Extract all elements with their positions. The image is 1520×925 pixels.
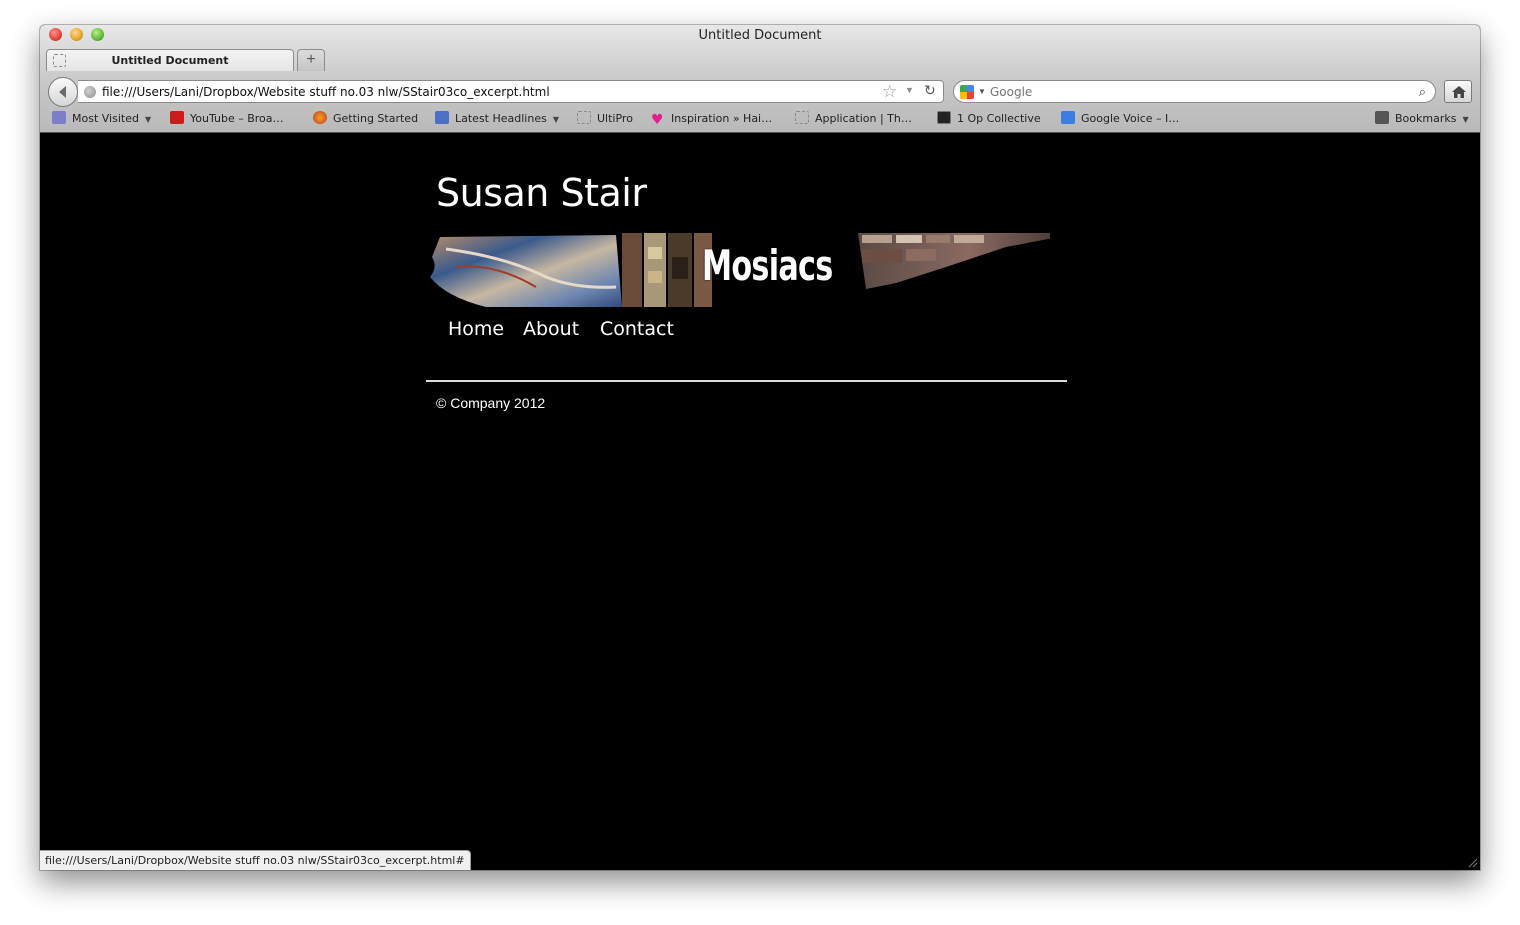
bookmark-youtube[interactable]: YouTube – Broa… [170, 111, 284, 127]
dropdown-caret-icon: ▼ [552, 115, 559, 124]
bookmark-inspiration[interactable]: ♥ Inspiration » Hai… [651, 111, 772, 127]
tab-untitled-document[interactable]: Untitled Document [46, 49, 294, 71]
heart-icon: ♥ [651, 112, 664, 128]
youtube-icon [170, 111, 184, 124]
bookmark-getting-started[interactable]: Getting Started [313, 111, 418, 127]
back-arrow-icon [59, 86, 66, 98]
page-content: Susan Stair Mosiacs Home About Contact ©… [40, 133, 1480, 870]
new-tab-button[interactable]: + [297, 49, 325, 71]
nav-link-home[interactable]: Home [448, 318, 504, 340]
page-icon [795, 111, 809, 124]
home-icon [1452, 86, 1466, 98]
op-collective-icon [937, 111, 951, 124]
window-title: Untitled Document [698, 28, 822, 43]
resize-grip-icon[interactable] [1468, 858, 1478, 868]
reload-icon[interactable]: ↻ [924, 82, 936, 99]
nav-link-about[interactable]: About [523, 318, 579, 340]
bookmark-latest-headlines[interactable]: Latest Headlines ▼ [435, 111, 559, 127]
bookmark-star-icon[interactable]: ☆ [882, 82, 897, 102]
page-icon [577, 111, 591, 124]
mosaic-banner: Mosiacs [426, 227, 1080, 311]
copyright-text: © Company 2012 [436, 395, 546, 411]
url-text: file:///Users/Lani/Dropbox/Website stuff… [102, 85, 550, 99]
nav-link-contact[interactable]: Contact [600, 318, 674, 340]
bookmark-application[interactable]: Application | Th… [795, 111, 912, 127]
bookmark-google-voice[interactable]: Google Voice – I… [1061, 111, 1179, 127]
url-bar[interactable]: file:///Users/Lani/Dropbox/Website stuff… [78, 80, 944, 103]
history-dropdown-icon[interactable]: ▼ [905, 85, 914, 95]
browser-chrome: Untitled Document Untitled Document + fi… [40, 25, 1480, 133]
dropdown-caret-icon: ▼ [144, 115, 152, 124]
bookmark-most-visited[interactable]: Most Visited ▼ [52, 111, 151, 127]
engine-dropdown-icon[interactable]: ▼ [978, 87, 986, 96]
bookmark-1-op-collective[interactable]: 1 Op Collective [937, 111, 1041, 127]
dropdown-caret-icon: ▼ [1462, 115, 1469, 124]
firefox-icon [313, 111, 327, 124]
tab-label: Untitled Document [111, 54, 229, 67]
rss-icon [435, 111, 449, 124]
banner-text: Mosiacs [702, 241, 833, 290]
most-visited-icon [52, 111, 66, 124]
search-input[interactable]: Google [990, 85, 1032, 99]
back-button[interactable] [48, 77, 78, 107]
search-bar[interactable]: ▼ Google ⌕ [953, 80, 1436, 103]
bookmark-ultipro[interactable]: UltiPro [577, 111, 633, 127]
globe-icon [84, 86, 96, 98]
browser-window: Untitled Document Untitled Document + fi… [40, 25, 1480, 870]
site-title: Susan Stair [436, 171, 647, 215]
home-button[interactable] [1444, 80, 1472, 103]
status-bar: file:///Users/Lani/Dropbox/Website stuff… [40, 850, 471, 870]
bookmarks-icon [1375, 111, 1389, 124]
bookmarks-menu[interactable]: Bookmarks ▼ [1375, 111, 1469, 127]
search-icon[interactable]: ⌕ [1419, 84, 1426, 100]
footer-divider [426, 380, 1067, 382]
phone-icon [1061, 111, 1075, 124]
google-engine-icon[interactable] [960, 85, 974, 99]
